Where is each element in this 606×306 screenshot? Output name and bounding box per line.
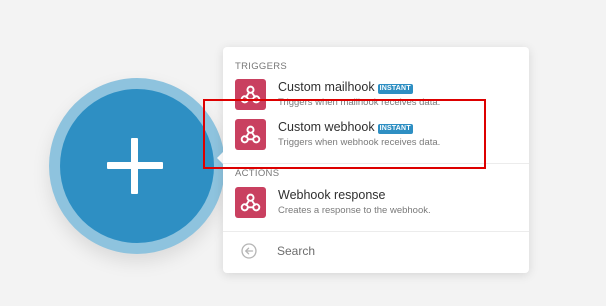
search-input[interactable] — [277, 242, 507, 260]
webhook-icon — [235, 119, 266, 150]
module-item-webhook-response[interactable]: Webhook response Creates a response to t… — [223, 187, 529, 227]
module-title: Webhook response — [278, 187, 385, 203]
webhook-icon — [235, 187, 266, 218]
section-divider — [223, 163, 529, 164]
add-module-circle[interactable] — [60, 89, 214, 243]
module-description: Triggers when webhook receives data. — [278, 137, 441, 148]
module-title: Custom mailhook INSTANT — [278, 79, 413, 95]
section-label-actions: ACTIONS — [235, 168, 280, 179]
module-picker-panel: TRIGGERS Custom mailhook INSTANT Triggers… — [223, 47, 529, 273]
back-arrow-icon[interactable] — [241, 243, 257, 259]
module-title: Custom webhook INSTANT — [278, 119, 413, 135]
webhook-icon — [235, 79, 266, 110]
module-title-text: Custom webhook — [278, 120, 375, 134]
module-description: Triggers when mailhook receives data. — [278, 97, 441, 108]
module-item-custom-mailhook[interactable]: Custom mailhook INSTANT Triggers when mai… — [223, 79, 529, 119]
section-label-triggers: TRIGGERS — [235, 61, 288, 72]
instant-badge: INSTANT — [377, 84, 413, 94]
instant-badge: INSTANT — [377, 124, 413, 134]
search-row — [223, 232, 529, 272]
module-title-text: Custom mailhook — [278, 80, 375, 94]
module-title-text: Webhook response — [278, 188, 386, 202]
module-description: Creates a response to the webhook. — [278, 205, 431, 216]
plus-icon-vertical — [131, 138, 138, 194]
module-item-custom-webhook[interactable]: Custom webhook INSTANT Triggers when webh… — [223, 119, 529, 159]
add-module-button[interactable] — [49, 78, 225, 254]
